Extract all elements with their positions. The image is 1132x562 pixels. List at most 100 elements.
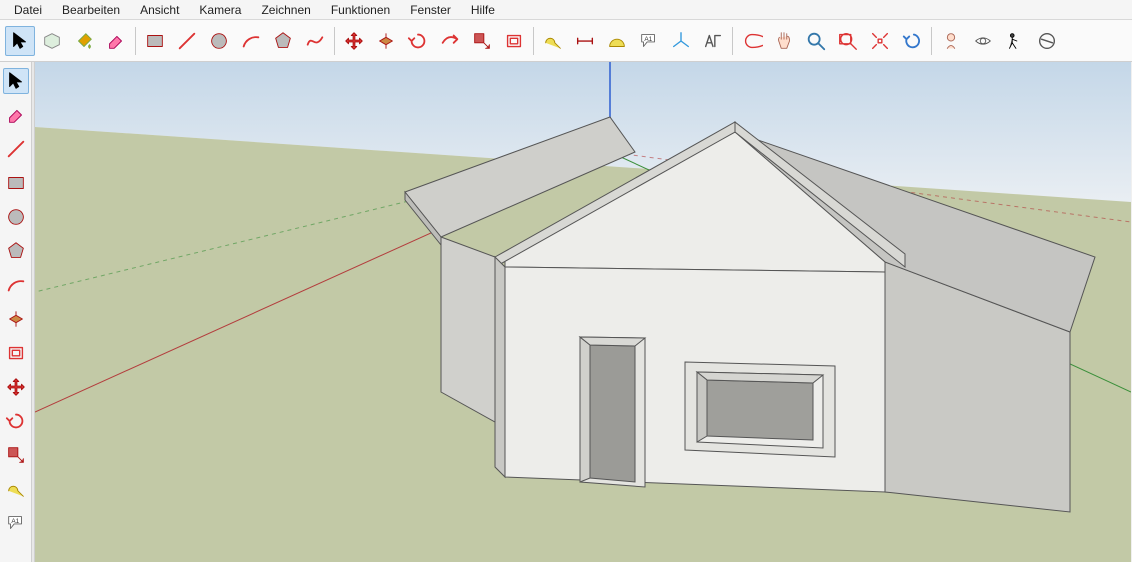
- look-around-tool[interactable]: [968, 26, 998, 56]
- zoom-tool[interactable]: [801, 26, 831, 56]
- line-icon: [176, 30, 198, 52]
- paint-bucket-icon: [73, 30, 95, 52]
- menu-fenster[interactable]: Fenster: [400, 1, 461, 19]
- make-component-tool[interactable]: [37, 26, 67, 56]
- rectangle-icon: [5, 172, 27, 194]
- position-camera-icon: [940, 30, 962, 52]
- scale-tool[interactable]: [467, 26, 497, 56]
- offset-icon: [5, 342, 27, 364]
- menu-ansicht[interactable]: Ansicht: [130, 1, 189, 19]
- axes-icon: [670, 30, 692, 52]
- top-toolbar: A1: [0, 20, 1132, 62]
- rotate-icon: [5, 410, 27, 432]
- menu-datei[interactable]: Datei: [4, 1, 52, 19]
- viewport-3d[interactable]: [35, 62, 1132, 562]
- freehand-tool[interactable]: [300, 26, 330, 56]
- orbit-tool[interactable]: [737, 26, 767, 56]
- offset-tool[interactable]: [3, 340, 29, 366]
- previous-view-tool[interactable]: [897, 26, 927, 56]
- rectangle-icon: [144, 30, 166, 52]
- door-opening: [590, 345, 635, 482]
- eraser-tool[interactable]: [3, 102, 29, 128]
- protractor-tool[interactable]: [602, 26, 632, 56]
- svg-text:A1: A1: [11, 518, 19, 525]
- eraser-icon: [5, 104, 27, 126]
- house-rear-wall-left: [441, 237, 495, 422]
- zoom-extents-icon: [869, 30, 891, 52]
- axes-tool[interactable]: [666, 26, 696, 56]
- menu-kamera[interactable]: Kamera: [189, 1, 251, 19]
- window-left-reveal: [697, 372, 707, 442]
- select-tool[interactable]: [3, 68, 29, 94]
- previous-view-icon: [901, 30, 923, 52]
- pan-tool[interactable]: [769, 26, 799, 56]
- polygon-icon: [272, 30, 294, 52]
- select-icon: [5, 70, 27, 92]
- select-icon: [9, 30, 31, 52]
- house-front-left-return: [495, 257, 505, 477]
- section-plane-tool[interactable]: [1032, 26, 1062, 56]
- tape-measure-tool[interactable]: [3, 476, 29, 502]
- zoom-window-tool[interactable]: [833, 26, 863, 56]
- toolbar-separator: [334, 27, 335, 55]
- make-component-icon: [41, 30, 63, 52]
- text-label-tool[interactable]: A1: [634, 26, 664, 56]
- paint-bucket-tool[interactable]: [69, 26, 99, 56]
- text-label-tool[interactable]: A1: [3, 510, 29, 536]
- arc-tool[interactable]: [236, 26, 266, 56]
- push-pull-tool[interactable]: [371, 26, 401, 56]
- text-label-icon: A1: [5, 512, 27, 534]
- door-frame-left-jamb: [580, 337, 590, 482]
- window-recess: [707, 380, 813, 440]
- zoom-window-icon: [837, 30, 859, 52]
- offset-icon: [503, 30, 525, 52]
- arc-icon: [5, 274, 27, 296]
- polygon-icon: [5, 240, 27, 262]
- polygon-tool[interactable]: [268, 26, 298, 56]
- toolbar-separator: [931, 27, 932, 55]
- push-pull-icon: [375, 30, 397, 52]
- dimension-tool[interactable]: [570, 26, 600, 56]
- walk-icon: [1004, 30, 1026, 52]
- arc-tool[interactable]: [3, 272, 29, 298]
- line-tool[interactable]: [172, 26, 202, 56]
- menubar: Datei Bearbeiten Ansicht Kamera Zeichnen…: [0, 0, 1132, 20]
- eraser-tool[interactable]: [101, 26, 131, 56]
- zoom-icon: [805, 30, 827, 52]
- scale-icon: [471, 30, 493, 52]
- tape-measure-tool[interactable]: [538, 26, 568, 56]
- orbit-icon: [741, 30, 763, 52]
- move-icon: [5, 376, 27, 398]
- move-tool[interactable]: [339, 26, 369, 56]
- menu-zeichnen[interactable]: Zeichnen: [251, 1, 320, 19]
- rectangle-tool[interactable]: [3, 170, 29, 196]
- tape-measure-icon: [542, 30, 564, 52]
- menu-funktionen[interactable]: Funktionen: [321, 1, 400, 19]
- rotate-icon: [407, 30, 429, 52]
- follow-me-tool[interactable]: [435, 26, 465, 56]
- rotate-tool[interactable]: [3, 408, 29, 434]
- circle-tool[interactable]: [3, 204, 29, 230]
- rectangle-tool[interactable]: [140, 26, 170, 56]
- offset-tool[interactable]: [499, 26, 529, 56]
- push-pull-tool[interactable]: [3, 306, 29, 332]
- line-tool[interactable]: [3, 136, 29, 162]
- 3d-text-tool[interactable]: [698, 26, 728, 56]
- freehand-icon: [304, 30, 326, 52]
- select-tool[interactable]: [5, 26, 35, 56]
- zoom-extents-tool[interactable]: [865, 26, 895, 56]
- workspace: A1: [0, 62, 1132, 562]
- toolbar-separator: [135, 27, 136, 55]
- menu-bearbeiten[interactable]: Bearbeiten: [52, 1, 130, 19]
- polygon-tool[interactable]: [3, 238, 29, 264]
- move-tool[interactable]: [3, 374, 29, 400]
- position-camera-tool[interactable]: [936, 26, 966, 56]
- svg-text:A1: A1: [644, 36, 652, 43]
- rotate-tool[interactable]: [403, 26, 433, 56]
- circle-tool[interactable]: [204, 26, 234, 56]
- circle-icon: [5, 206, 27, 228]
- scale-tool[interactable]: [3, 442, 29, 468]
- text-label-icon: A1: [638, 30, 660, 52]
- menu-hilfe[interactable]: Hilfe: [461, 1, 505, 19]
- walk-tool[interactable]: [1000, 26, 1030, 56]
